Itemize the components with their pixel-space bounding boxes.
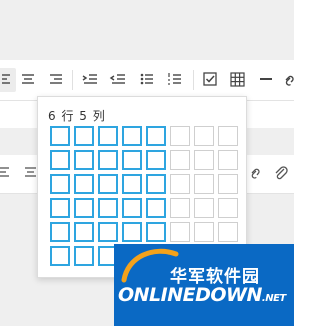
grid-cell[interactable] xyxy=(218,150,238,170)
link-icon xyxy=(251,168,260,179)
link-button[interactable] xyxy=(246,162,268,184)
grid-cell[interactable] xyxy=(122,150,142,170)
grid-cell[interactable] xyxy=(98,198,118,218)
editor-toolbar xyxy=(0,60,294,101)
grid-cell[interactable] xyxy=(50,246,70,266)
watermark-en-suffix: .NET xyxy=(261,293,286,304)
align-left-button[interactable] xyxy=(0,162,16,184)
outdent-icon xyxy=(109,74,125,84)
grid-cell[interactable] xyxy=(50,222,70,242)
link-button[interactable] xyxy=(278,68,302,92)
grid-cell[interactable] xyxy=(122,174,142,194)
indent-icon xyxy=(82,74,97,84)
grid-cell[interactable] xyxy=(50,150,70,170)
grid-cell[interactable] xyxy=(74,174,94,194)
watermark-en-main: ONLINEDOWN xyxy=(118,284,262,306)
grid-cell[interactable] xyxy=(50,126,70,146)
watermark-en-text: ONLINEDOWN.NET xyxy=(118,284,286,306)
align-right-icon xyxy=(50,74,62,84)
horizontal-rule-icon xyxy=(260,78,272,80)
grid-cell[interactable] xyxy=(74,222,94,242)
bullet-list-button[interactable] xyxy=(135,68,159,92)
grid-cell[interactable] xyxy=(146,222,166,242)
grid-cell[interactable] xyxy=(170,126,190,146)
grid-cell[interactable] xyxy=(218,126,238,146)
grid-cell[interactable] xyxy=(74,198,94,218)
grid-cell[interactable] xyxy=(74,246,94,266)
grid-cell[interactable] xyxy=(50,198,70,218)
grid-cell[interactable] xyxy=(194,198,214,218)
grid-cell[interactable] xyxy=(146,174,166,194)
grid-cell[interactable] xyxy=(170,150,190,170)
grid-cell[interactable] xyxy=(170,174,190,194)
link-icon xyxy=(285,75,294,86)
align-center-icon xyxy=(22,74,34,84)
grid-cell[interactable] xyxy=(218,174,238,194)
grid-cell[interactable] xyxy=(146,150,166,170)
align-left-icon xyxy=(0,167,9,177)
grid-cell[interactable] xyxy=(194,222,214,242)
grid-cell[interactable] xyxy=(122,126,142,146)
align-right-button[interactable] xyxy=(44,68,68,92)
editor-top-area xyxy=(0,0,294,60)
grid-cell[interactable] xyxy=(74,150,94,170)
grid-cell[interactable] xyxy=(170,222,190,242)
outdent-button[interactable] xyxy=(106,68,130,92)
numbered-list-icon xyxy=(168,73,181,85)
grid-cell[interactable] xyxy=(122,222,142,242)
attachment-icon xyxy=(275,166,288,180)
grid-cell[interactable] xyxy=(146,126,166,146)
grid-cell[interactable] xyxy=(194,126,214,146)
indent-button[interactable] xyxy=(78,68,102,92)
table-icon xyxy=(230,72,245,87)
grid-cell[interactable] xyxy=(122,198,142,218)
grid-cell[interactable] xyxy=(194,150,214,170)
grid-cell[interactable] xyxy=(170,198,190,218)
watermark-logo: 华军软件园 ONLINEDOWN.NET xyxy=(114,244,294,326)
table-button[interactable] xyxy=(226,68,250,92)
grid-cell[interactable] xyxy=(50,174,70,194)
grid-cell[interactable] xyxy=(98,126,118,146)
grid-cell[interactable] xyxy=(194,174,214,194)
checkbox-button[interactable] xyxy=(198,68,222,92)
grid-cell[interactable] xyxy=(98,222,118,242)
align-center-button[interactable] xyxy=(16,68,40,92)
numbered-list-button[interactable] xyxy=(163,68,187,92)
grid-cell[interactable] xyxy=(98,150,118,170)
grid-cell[interactable] xyxy=(98,174,118,194)
toolbar-separator xyxy=(193,70,194,90)
align-left-button[interactable] xyxy=(0,68,16,92)
grid-cell[interactable] xyxy=(74,126,94,146)
grid-cell[interactable] xyxy=(218,198,238,218)
bullet-list-icon xyxy=(140,73,153,85)
attachment-button[interactable] xyxy=(270,162,292,184)
table-size-label: 6 行 5 列 xyxy=(48,109,106,123)
checkbox-icon xyxy=(203,72,217,86)
grid-cell[interactable] xyxy=(218,222,238,242)
grid-cell[interactable] xyxy=(146,198,166,218)
toolbar-separator xyxy=(72,70,73,90)
align-left-icon xyxy=(2,74,10,84)
horizontal-rule-button[interactable] xyxy=(254,68,278,92)
